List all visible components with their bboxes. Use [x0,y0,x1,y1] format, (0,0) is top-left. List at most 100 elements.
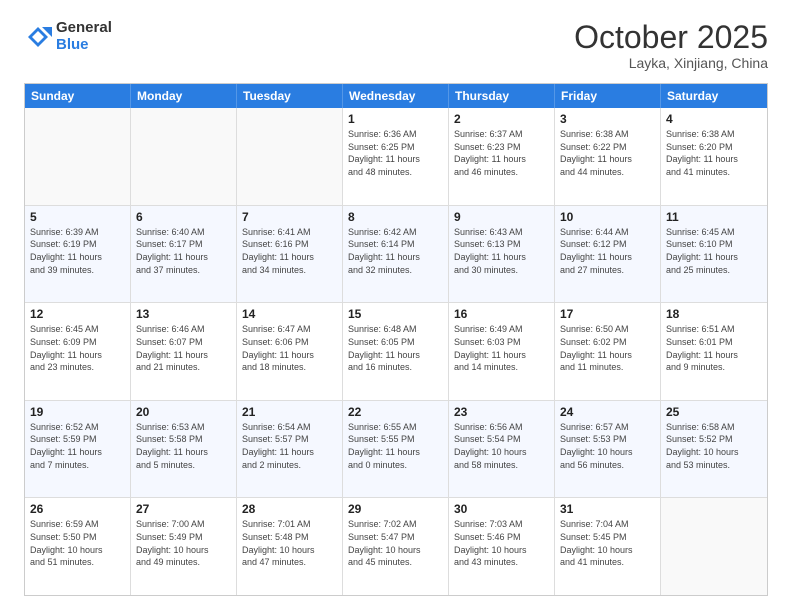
empty-cell [131,108,237,205]
day-number: 6 [136,210,231,224]
day-number: 21 [242,405,337,419]
day-number: 31 [560,502,655,516]
day-number: 12 [30,307,125,321]
day-number: 20 [136,405,231,419]
header: General Blue October 2025 Layka, Xinjian… [24,20,768,71]
day-cell-17: 17 Sunrise: 6:50 AM Sunset: 6:02 PM Dayli… [555,303,661,400]
day-number: 3 [560,112,655,126]
day-number: 17 [560,307,655,321]
day-info: Sunrise: 6:58 AM Sunset: 5:52 PM Dayligh… [666,421,762,471]
calendar-body: 1 Sunrise: 6:36 AM Sunset: 6:25 PM Daylig… [25,108,767,595]
day-info: Sunrise: 6:42 AM Sunset: 6:14 PM Dayligh… [348,226,443,276]
weekday-header-friday: Friday [555,84,661,108]
day-info: Sunrise: 6:43 AM Sunset: 6:13 PM Dayligh… [454,226,549,276]
logo-text: General Blue [56,20,112,53]
day-info: Sunrise: 6:49 AM Sunset: 6:03 PM Dayligh… [454,323,549,373]
day-info: Sunrise: 6:52 AM Sunset: 5:59 PM Dayligh… [30,421,125,471]
day-cell-9: 9 Sunrise: 6:43 AM Sunset: 6:13 PM Daylig… [449,206,555,303]
day-info: Sunrise: 7:00 AM Sunset: 5:49 PM Dayligh… [136,518,231,568]
day-cell-3: 3Sunrise: 6:38 AM Sunset: 6:22 PM Daylig… [555,108,661,205]
day-cell-4: 4 Sunrise: 6:38 AM Sunset: 6:20 PM Daylig… [661,108,767,205]
location: Layka, Xinjiang, China [574,55,768,71]
day-cell-1: 1 Sunrise: 6:36 AM Sunset: 6:25 PM Daylig… [343,108,449,205]
day-cell-15: 15 Sunrise: 6:48 AM Sunset: 6:05 PM Dayli… [343,303,449,400]
day-cell-14: 14 Sunrise: 6:47 AM Sunset: 6:06 PM Dayli… [237,303,343,400]
month-title: October 2025 [574,20,768,55]
day-cell-20: 20Sunrise: 6:53 AM Sunset: 5:58 PM Dayli… [131,401,237,498]
day-number: 23 [454,405,549,419]
week-row-1: 1 Sunrise: 6:36 AM Sunset: 6:25 PM Daylig… [25,108,767,206]
day-number: 29 [348,502,443,516]
day-number: 14 [242,307,337,321]
week-row-2: 5Sunrise: 6:39 AM Sunset: 6:19 PM Daylig… [25,206,767,304]
day-cell-8: 8 Sunrise: 6:42 AM Sunset: 6:14 PM Daylig… [343,206,449,303]
day-info: Sunrise: 7:02 AM Sunset: 5:47 PM Dayligh… [348,518,443,568]
title-block: October 2025 Layka, Xinjiang, China [574,20,768,71]
day-number: 1 [348,112,443,126]
day-cell-19: 19 Sunrise: 6:52 AM Sunset: 5:59 PM Dayli… [25,401,131,498]
day-cell-5: 5Sunrise: 6:39 AM Sunset: 6:19 PM Daylig… [25,206,131,303]
day-cell-6: 6 Sunrise: 6:40 AM Sunset: 6:17 PM Daylig… [131,206,237,303]
day-info: Sunrise: 6:45 AM Sunset: 6:10 PM Dayligh… [666,226,762,276]
day-number: 8 [348,210,443,224]
day-info: Sunrise: 6:51 AM Sunset: 6:01 PM Dayligh… [666,323,762,373]
day-cell-26: 26Sunrise: 6:59 AM Sunset: 5:50 PM Dayli… [25,498,131,595]
calendar-header: SundayMondayTuesdayWednesdayThursdayFrid… [25,84,767,108]
calendar: SundayMondayTuesdayWednesdayThursdayFrid… [24,83,768,596]
empty-cell [237,108,343,205]
day-number: 5 [30,210,125,224]
day-info: Sunrise: 6:47 AM Sunset: 6:06 PM Dayligh… [242,323,337,373]
day-info: Sunrise: 7:04 AM Sunset: 5:45 PM Dayligh… [560,518,655,568]
day-cell-12: 12 Sunrise: 6:45 AM Sunset: 6:09 PM Dayli… [25,303,131,400]
day-cell-18: 18 Sunrise: 6:51 AM Sunset: 6:01 PM Dayli… [661,303,767,400]
day-cell-2: 2 Sunrise: 6:37 AM Sunset: 6:23 PM Daylig… [449,108,555,205]
day-info: Sunrise: 6:38 AM Sunset: 6:20 PM Dayligh… [666,128,762,178]
day-cell-28: 28 Sunrise: 7:01 AM Sunset: 5:48 PM Dayli… [237,498,343,595]
day-info: Sunrise: 6:36 AM Sunset: 6:25 PM Dayligh… [348,128,443,178]
day-cell-21: 21 Sunrise: 6:54 AM Sunset: 5:57 PM Dayli… [237,401,343,498]
day-cell-7: 7Sunrise: 6:41 AM Sunset: 6:16 PM Daylig… [237,206,343,303]
day-number: 16 [454,307,549,321]
day-info: Sunrise: 6:45 AM Sunset: 6:09 PM Dayligh… [30,323,125,373]
day-info: Sunrise: 6:44 AM Sunset: 6:12 PM Dayligh… [560,226,655,276]
day-number: 25 [666,405,762,419]
day-cell-29: 29 Sunrise: 7:02 AM Sunset: 5:47 PM Dayli… [343,498,449,595]
day-info: Sunrise: 6:40 AM Sunset: 6:17 PM Dayligh… [136,226,231,276]
day-cell-10: 10Sunrise: 6:44 AM Sunset: 6:12 PM Dayli… [555,206,661,303]
day-cell-11: 11 Sunrise: 6:45 AM Sunset: 6:10 PM Dayli… [661,206,767,303]
day-number: 13 [136,307,231,321]
day-number: 15 [348,307,443,321]
week-row-4: 19 Sunrise: 6:52 AM Sunset: 5:59 PM Dayli… [25,401,767,499]
day-number: 18 [666,307,762,321]
weekday-header-wednesday: Wednesday [343,84,449,108]
day-cell-16: 16 Sunrise: 6:49 AM Sunset: 6:03 PM Dayli… [449,303,555,400]
day-cell-13: 13 Sunrise: 6:46 AM Sunset: 6:07 PM Dayli… [131,303,237,400]
day-number: 24 [560,405,655,419]
day-cell-31: 31 Sunrise: 7:04 AM Sunset: 5:45 PM Dayli… [555,498,661,595]
day-number: 2 [454,112,549,126]
weekday-header-sunday: Sunday [25,84,131,108]
day-number: 28 [242,502,337,516]
day-number: 30 [454,502,549,516]
day-info: Sunrise: 6:55 AM Sunset: 5:55 PM Dayligh… [348,421,443,471]
day-info: Sunrise: 6:54 AM Sunset: 5:57 PM Dayligh… [242,421,337,471]
day-number: 19 [30,405,125,419]
day-cell-22: 22Sunrise: 6:55 AM Sunset: 5:55 PM Dayli… [343,401,449,498]
day-cell-25: 25 Sunrise: 6:58 AM Sunset: 5:52 PM Dayli… [661,401,767,498]
day-info: Sunrise: 6:46 AM Sunset: 6:07 PM Dayligh… [136,323,231,373]
empty-cell [661,498,767,595]
day-number: 26 [30,502,125,516]
day-number: 11 [666,210,762,224]
day-number: 9 [454,210,549,224]
day-info: Sunrise: 6:48 AM Sunset: 6:05 PM Dayligh… [348,323,443,373]
logo-icon [24,23,52,51]
day-info: Sunrise: 6:56 AM Sunset: 5:54 PM Dayligh… [454,421,549,471]
empty-cell [25,108,131,205]
day-info: Sunrise: 6:41 AM Sunset: 6:16 PM Dayligh… [242,226,337,276]
day-info: Sunrise: 6:50 AM Sunset: 6:02 PM Dayligh… [560,323,655,373]
day-number: 4 [666,112,762,126]
day-cell-24: 24Sunrise: 6:57 AM Sunset: 5:53 PM Dayli… [555,401,661,498]
day-info: Sunrise: 6:37 AM Sunset: 6:23 PM Dayligh… [454,128,549,178]
weekday-header-tuesday: Tuesday [237,84,343,108]
day-info: Sunrise: 7:01 AM Sunset: 5:48 PM Dayligh… [242,518,337,568]
